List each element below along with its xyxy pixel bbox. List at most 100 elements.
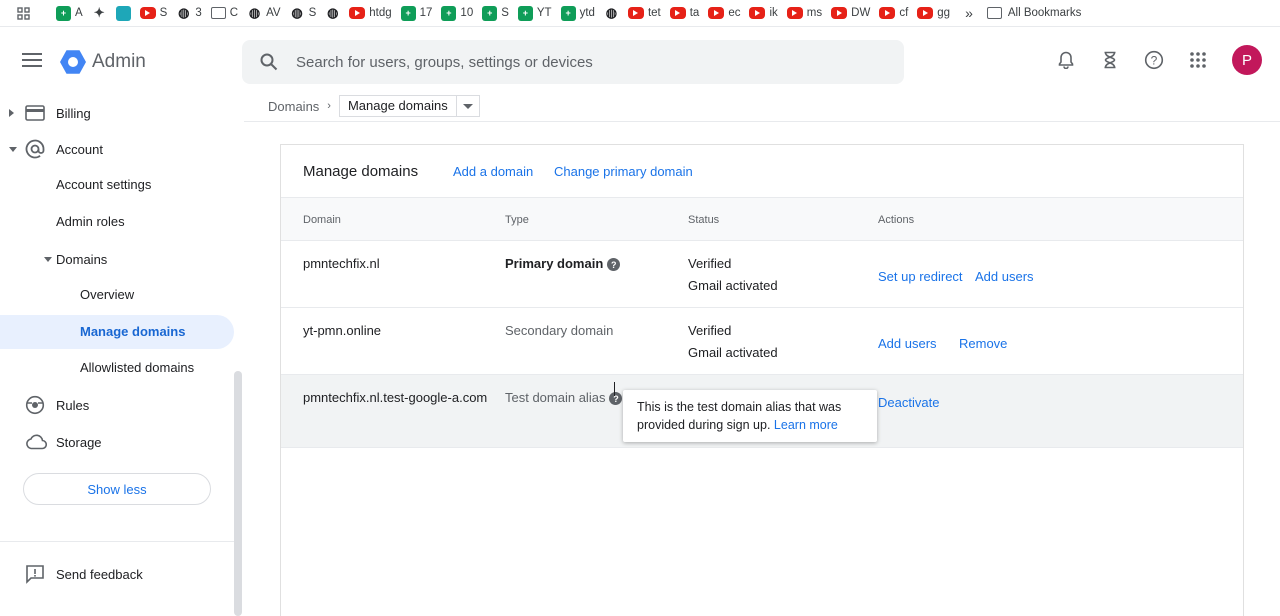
add-users-link[interactable]: Add users [878, 336, 937, 351]
bookmark-item[interactable]: ta [669, 7, 699, 19]
add-users-link[interactable]: Add users [975, 269, 1034, 284]
all-bookmarks[interactable]: All Bookmarks [986, 7, 1081, 19]
bookmark-item[interactable]: + YT [517, 5, 552, 21]
manage-domains-card: Manage domains Add a domain Change prima… [280, 144, 1244, 616]
dark-icon: ◍ [248, 5, 261, 20]
sidebar-item-label: Account settings [56, 177, 152, 192]
sidebar-item-overview[interactable]: Overview [80, 287, 134, 302]
sidebar-item-rules[interactable]: Rules [0, 395, 234, 415]
sidebar-item-allowlisted-domains[interactable]: Allowlisted domains [80, 360, 194, 375]
bookmark-label: 10 [460, 7, 474, 19]
add-domain-link[interactable]: Add a domain [453, 164, 533, 179]
change-primary-domain-link[interactable]: Change primary domain [554, 164, 693, 179]
bookmark-item[interactable]: + A [56, 5, 83, 21]
bookmark-label: A [75, 7, 83, 19]
main-menu-icon[interactable] [22, 53, 42, 69]
yt-icon [917, 7, 934, 19]
credit-card-icon [25, 105, 45, 121]
set-up-redirect-link[interactable]: Set up redirect [878, 269, 963, 284]
bookmark-label: ec [728, 7, 741, 19]
bookmark-item[interactable]: C [210, 7, 238, 19]
sidebar-item-storage[interactable]: Storage [0, 433, 234, 451]
hourglass-tasks-icon[interactable] [1098, 48, 1122, 72]
sidebar-item-manage-domains[interactable]: Manage domains [80, 324, 185, 339]
text-cursor-icon [614, 382, 620, 396]
bookmark-item[interactable]: + S [482, 5, 509, 21]
bookmark-item[interactable]: ◍ 3 [176, 5, 202, 21]
bookmark-item[interactable]: ◍ [604, 5, 619, 21]
bookmark-item[interactable]: htdg [349, 7, 392, 19]
feedback-icon [26, 565, 44, 584]
deactivate-link[interactable]: Deactivate [878, 395, 939, 410]
bookmark-label: ik [769, 7, 778, 19]
sidebar-item-label: Manage domains [80, 324, 186, 339]
app-name: Admin [92, 51, 146, 72]
sidebar-divider [0, 541, 234, 542]
yt-icon [708, 7, 725, 19]
bookmark-item[interactable]: + ytd [560, 5, 595, 21]
help-icon[interactable]: ? [607, 258, 621, 272]
bookmark-item[interactable]: ◍ AV [247, 5, 281, 21]
remove-link[interactable]: Remove [959, 336, 1007, 351]
sidebar-item-label: Overview [80, 287, 135, 302]
bookmark-item[interactable]: cf [879, 7, 908, 19]
cloud-icon [26, 434, 47, 450]
sidebar-item-account[interactable]: Account [0, 139, 234, 159]
sidebar-item-billing[interactable]: Billing [0, 104, 234, 122]
sidebar-item-account-settings[interactable]: Account settings [56, 177, 151, 192]
bookmark-item[interactable] [115, 5, 131, 21]
show-less-button[interactable]: Show less [23, 473, 211, 505]
domain-type: Test domain alias? [505, 390, 623, 406]
sheet-icon: + [441, 5, 457, 21]
sidebar-item-domains[interactable]: Domains [42, 250, 234, 268]
bookmark-label: 3 [195, 7, 202, 19]
sidebar-item-label: Domains [56, 251, 108, 267]
sidebar-item-label: Account [56, 141, 103, 157]
account-avatar[interactable]: P [1232, 45, 1262, 75]
bookmark-item[interactable]: ec [708, 7, 740, 19]
dark-icon: ◍ [605, 5, 618, 20]
bookmark-item[interactable]: S [139, 7, 167, 19]
bookmark-item[interactable]: ✦ [92, 5, 107, 21]
send-feedback-button[interactable]: Send feedback [0, 565, 234, 584]
domain-type: Primary domain? [505, 256, 621, 272]
bookmark-label: ytd [579, 7, 595, 19]
sidebar-scrollbar[interactable] [234, 371, 242, 616]
search-input[interactable]: Search for users, groups, settings or de… [242, 40, 904, 84]
sheet-icon: + [400, 5, 416, 21]
google-apps-icon[interactable] [1186, 48, 1210, 72]
bookmark-item[interactable]: gg [917, 7, 950, 19]
bookmark-item[interactable]: +17 [400, 5, 432, 21]
breadcrumb-current: Manage domains [338, 95, 480, 117]
domain-type: Secondary domain [505, 323, 614, 338]
yt-icon [879, 7, 896, 19]
bookmark-item[interactable]: DW [831, 7, 870, 19]
card-title: Manage domains [303, 162, 419, 180]
sheet-icon: + [560, 5, 576, 21]
yt-icon [749, 7, 766, 19]
help-icon[interactable]: ? [1142, 48, 1166, 72]
bookmark-item[interactable]: ◍ [325, 5, 340, 21]
bookmark-item[interactable]: +10 [441, 5, 474, 21]
yt-icon [139, 7, 156, 19]
bookmarks-overflow-icon[interactable]: » [965, 5, 973, 21]
sidebar-item-admin-roles[interactable]: Admin roles [56, 214, 125, 229]
domain-name: pmntechfix.nl.test-google-a.com [303, 390, 488, 405]
apps-grid-icon[interactable] [10, 6, 36, 20]
expand-arrow-icon [9, 109, 14, 117]
domain-status: Verified [688, 323, 732, 338]
table-row: pmntechfix.nl Primary domain? Verified G… [281, 241, 1243, 308]
admin-logo[interactable]: Admin [60, 49, 146, 75]
breadcrumb-dropdown-button[interactable] [457, 103, 479, 109]
bookmark-item[interactable]: ms [786, 7, 822, 19]
dark-icon: ◍ [178, 5, 190, 20]
bookmark-item[interactable]: ik [749, 7, 778, 19]
learn-more-link[interactable]: Learn more [774, 418, 838, 432]
bookmark-label: tet [647, 7, 661, 19]
notifications-bell-icon[interactable] [1054, 48, 1078, 72]
bookmark-item[interactable]: ◍ S [290, 5, 316, 21]
breadcrumb-domains-link[interactable]: Domains [268, 99, 319, 114]
domain-name: yt-pmn.online [303, 323, 382, 338]
dark-icon: ◍ [327, 5, 339, 20]
bookmark-item[interactable]: tet [627, 7, 661, 19]
